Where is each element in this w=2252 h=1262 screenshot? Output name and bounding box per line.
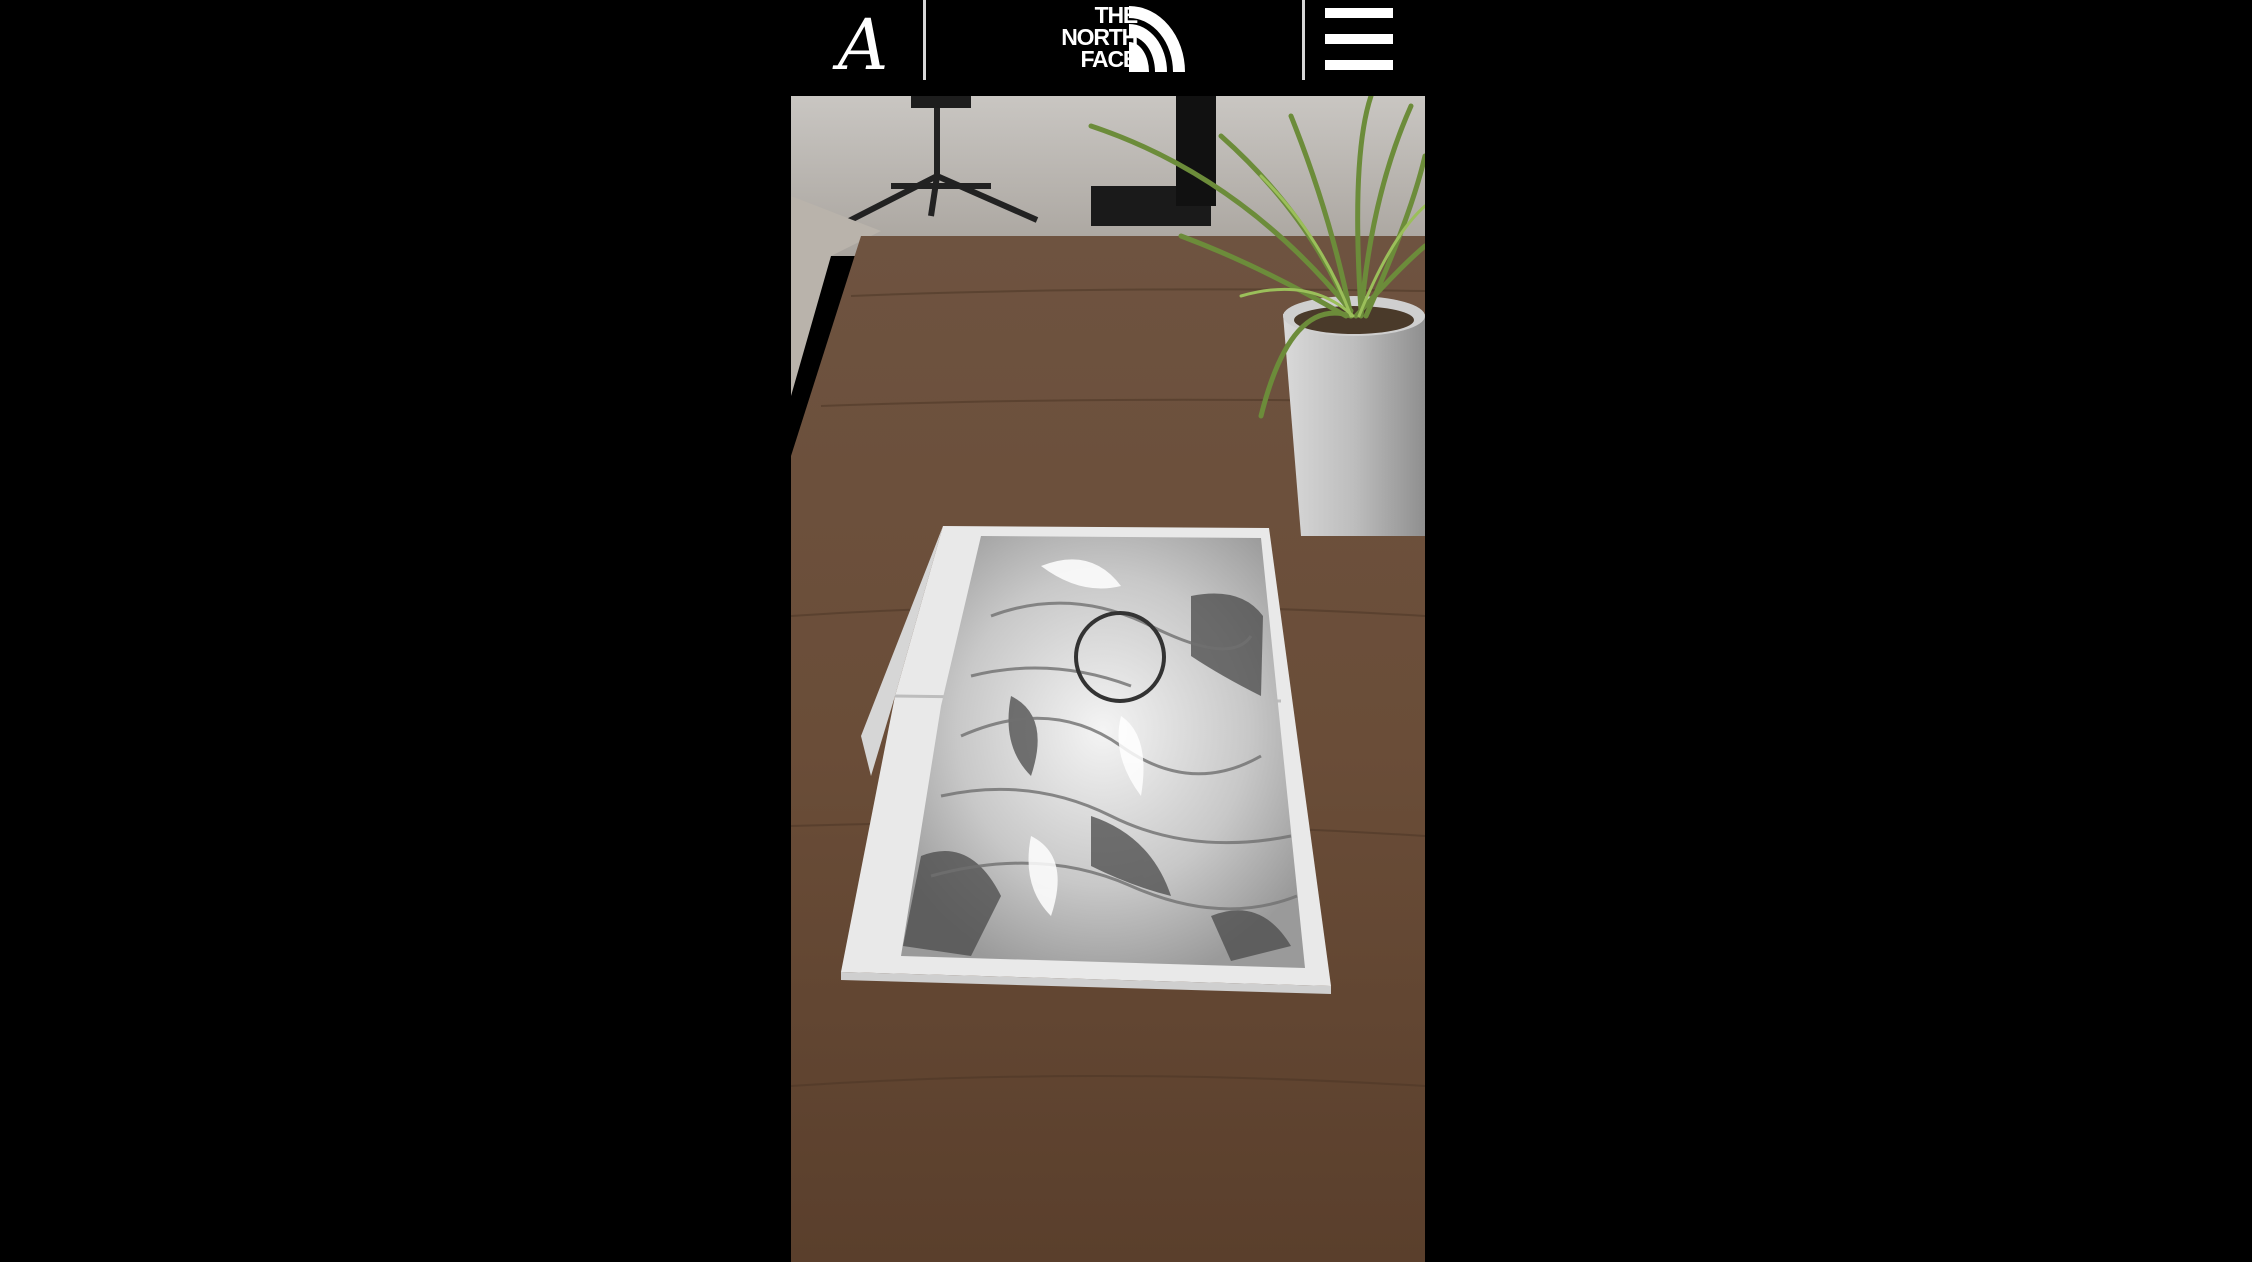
menu-bar bbox=[1325, 8, 1393, 18]
ar-camera-view[interactable] bbox=[791, 96, 1425, 1262]
phone-viewport: A THE NORTH FACE bbox=[791, 0, 1425, 1262]
menu-bar bbox=[1325, 34, 1393, 44]
header-divider-right bbox=[1302, 0, 1305, 80]
the-north-face-logo[interactable]: THE NORTH FACE bbox=[1037, 4, 1187, 76]
hamburger-icon[interactable] bbox=[1325, 8, 1395, 70]
a-logo[interactable]: A bbox=[835, 6, 891, 84]
brand-logo-line: FACE bbox=[1080, 46, 1138, 72]
brand-logo-text: THE NORTH FACE bbox=[1037, 2, 1139, 72]
menu-bar bbox=[1325, 60, 1393, 70]
header-divider-left bbox=[923, 0, 926, 80]
app-header: A THE NORTH FACE bbox=[791, 0, 1425, 96]
half-dome-icon bbox=[1129, 6, 1185, 72]
brand-logo-line: THE bbox=[1094, 2, 1139, 28]
ar-placement-reticle[interactable] bbox=[1074, 611, 1166, 703]
brand-logo-line: NORTH bbox=[1061, 24, 1138, 50]
